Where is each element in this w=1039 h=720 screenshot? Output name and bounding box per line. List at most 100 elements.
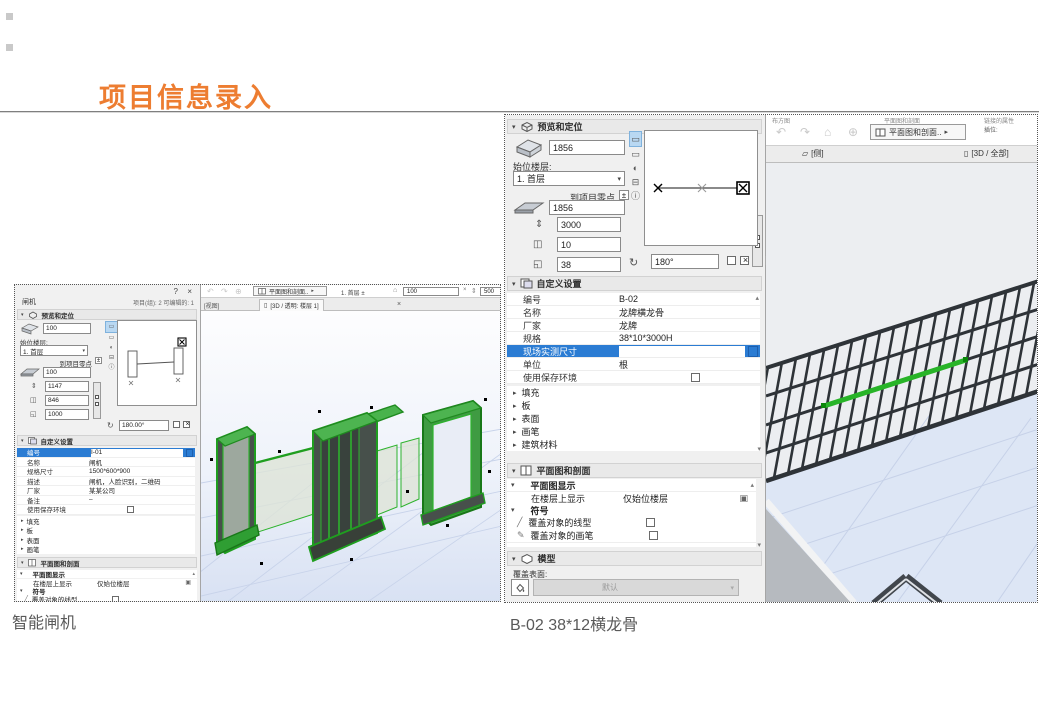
group-pen[interactable]: ▸画笔 — [507, 425, 760, 438]
override-linetype-checkbox[interactable] — [646, 518, 655, 527]
saved-env-checkbox[interactable] — [691, 373, 700, 382]
section-header-model[interactable]: ▾ 模型 — [507, 551, 762, 566]
paint-bucket-button[interactable] — [511, 579, 529, 596]
plan-display-subheader[interactable]: ▾ 平面图显示 ▴ — [507, 479, 756, 491]
scroll-down-icon[interactable]: ▾ — [757, 541, 761, 549]
edit-cell[interactable] — [619, 346, 745, 357]
depth-input[interactable]: 38 — [557, 257, 621, 272]
story-quick-label[interactable]: 1. 首层 ± — [341, 288, 365, 297]
depth-input[interactable]: 1000 — [45, 409, 89, 420]
group-pen[interactable]: ▸画笔 — [17, 545, 195, 555]
scroll-up-icon[interactable]: ▴ — [755, 294, 759, 302]
chain-link-button[interactable] — [93, 382, 101, 419]
tab-side-view[interactable]: ▱ [侧] — [802, 148, 824, 159]
preview-canvas[interactable] — [644, 130, 758, 246]
move-icon[interactable]: ⊕ — [235, 287, 242, 296]
height-input[interactable]: 3000 — [557, 217, 621, 232]
row-handle[interactable] — [748, 346, 758, 357]
override-linetype-row[interactable]: ╱ 覆盖对象的线型 — [17, 595, 197, 602]
group-fill[interactable]: ▸填充 — [507, 386, 760, 399]
plus-minus-button[interactable]: ± — [619, 190, 629, 200]
table-row[interactable]: 单位 根 — [507, 358, 760, 371]
plan-section-dropdown[interactable]: 平面图和剖面.. ▸ — [870, 124, 966, 140]
table-row[interactable]: 厂家 龙牌 — [507, 319, 760, 332]
undo-icon[interactable]: ↶ — [776, 125, 786, 139]
close-button[interactable]: × — [187, 287, 192, 296]
tab-3d-all[interactable]: ▯ [3D / 全部] — [964, 148, 1009, 159]
table-row-selected[interactable]: 现场实测尺寸 — [507, 345, 760, 358]
undo-icon[interactable]: ↶ — [207, 287, 214, 296]
width-input[interactable]: 10 — [557, 237, 621, 252]
override-linetype-row[interactable]: ╱ 覆盖对象的线型 — [507, 516, 756, 529]
scroll-up-icon[interactable]: ▴ — [192, 571, 195, 577]
viewport-left: ↶ ↷ ⊕ 平面图和剖面.. ▸ 1. 首层 ± ⌂ 100 × ⇕ 500 [… — [201, 285, 501, 602]
second-height-input[interactable]: 500 — [480, 287, 501, 296]
section-header-plan[interactable]: ▾ 平面图和剖面 — [17, 557, 197, 568]
plus-minus-button[interactable]: ± — [95, 357, 102, 364]
elevation-top-input[interactable]: 1856 — [549, 140, 625, 155]
3d-view-keel-grid[interactable] — [766, 163, 1038, 603]
gate-elevation-drawing — [118, 321, 196, 405]
home-icon[interactable]: ⌂ — [824, 125, 831, 139]
group-surface[interactable]: ▸表面 — [17, 535, 195, 545]
section-header-custom[interactable]: ▾ 自定义设置 — [507, 276, 762, 291]
table-row[interactable]: 编号 B-02 ▴ — [507, 293, 760, 306]
scroll-up-icon[interactable]: ▴ — [750, 481, 754, 489]
3d-view-gates[interactable] — [201, 311, 501, 602]
edit-cell[interactable]: I-01 — [91, 449, 183, 457]
angle-input[interactable]: 180° — [651, 254, 719, 269]
home-story-select[interactable]: 1. 首层 ▾ — [20, 345, 88, 356]
elevation-top-input[interactable]: 100 — [43, 323, 91, 334]
elevation-bottom-input[interactable]: 1856 — [549, 200, 625, 215]
chevron-down-icon: ▾ — [617, 175, 621, 183]
scroll-down-icon[interactable]: ▾ — [757, 445, 761, 453]
home-story-select[interactable]: 1. 首层 ▾ — [513, 171, 625, 186]
width-input[interactable]: 846 — [45, 395, 89, 406]
help-button[interactable]: ? — [174, 287, 178, 296]
tab-3d-transparent[interactable]: ▯ [3D / 透明: 楼层 1] — [259, 299, 324, 311]
table-row[interactable]: 使用保存环境 — [507, 371, 760, 384]
flip-checkbox-1[interactable] — [183, 421, 190, 428]
redo-icon[interactable]: ↷ — [800, 125, 810, 139]
override-pen-checkbox[interactable] — [649, 531, 658, 540]
close-field-icon[interactable]: × — [463, 287, 467, 293]
group-surface[interactable]: ▸表面 — [507, 412, 760, 425]
elevation-bottom-input[interactable]: 100 — [43, 367, 91, 378]
picture-icon: ▣ — [739, 493, 748, 504]
section-header-preview[interactable]: ▾ 预览和定位 — [17, 309, 197, 320]
show-on-stories-row[interactable]: 在楼层上显示 仅始位楼层 ▣ — [507, 491, 756, 504]
plan-section-dropdown[interactable]: 平面图和剖面.. ▸ — [253, 286, 327, 296]
tab-close-icon[interactable]: × — [397, 301, 401, 308]
table-row[interactable]: 规格 38*10*3000H — [507, 332, 760, 345]
group-fill[interactable]: ▸填充 — [17, 516, 195, 526]
paint-bucket-icon — [514, 582, 526, 594]
story-height-input[interactable]: 100 — [403, 287, 459, 296]
flip-checkbox-1[interactable] — [740, 256, 749, 265]
height-input[interactable]: 1147 — [45, 381, 89, 392]
angle-input[interactable]: 180.00° — [119, 420, 169, 431]
preview-canvas[interactable] — [117, 320, 197, 406]
mirror-checkbox[interactable] — [173, 421, 180, 428]
move-icon[interactable]: ⊕ — [848, 125, 858, 139]
chevron-right-icon: ▸ — [944, 128, 948, 136]
table-row[interactable]: 名称 龙牌横龙骨 — [507, 306, 760, 319]
mirror-checkbox[interactable] — [727, 256, 736, 265]
dialog-title: 闸机 — [22, 297, 36, 307]
group-board[interactable]: ▸板 — [507, 399, 760, 412]
left-screenshot: ? × 闸机 项目(组): 2 可编辑的: 1 ▾ 预览和定位 100 始位楼层… — [14, 284, 501, 602]
preview-view-icons[interactable]: ▭ ▭ ◐ ⊟ ⓘ — [629, 131, 642, 203]
group-building-material[interactable]: ▸建筑材料 — [507, 438, 760, 451]
section-header-custom[interactable]: ▾ 自定义设置 — [17, 435, 197, 446]
row-handle[interactable] — [186, 449, 193, 457]
group-board[interactable]: ▸板 — [17, 526, 195, 536]
saved-env-checkbox[interactable] — [127, 506, 134, 513]
override-surface-select: 默认 ▾ — [533, 579, 739, 596]
gate-settings-dialog: ? × 闸机 项目(组): 2 可编辑的: 1 ▾ 预览和定位 100 始位楼层… — [15, 285, 201, 601]
section-header-plan[interactable]: ▾ 平面图和剖面 — [507, 463, 762, 478]
override-linetype-checkbox[interactable] — [112, 596, 119, 602]
redo-icon[interactable]: ↷ — [221, 287, 228, 296]
override-pen-row[interactable]: ✎ 覆盖对象的画笔 — [507, 529, 756, 542]
table-row[interactable]: 使用保存环境 — [17, 505, 195, 515]
tab-fragment[interactable]: [视图] — [204, 301, 219, 310]
symbol-subheader[interactable]: ▾ 符号 — [507, 504, 756, 516]
